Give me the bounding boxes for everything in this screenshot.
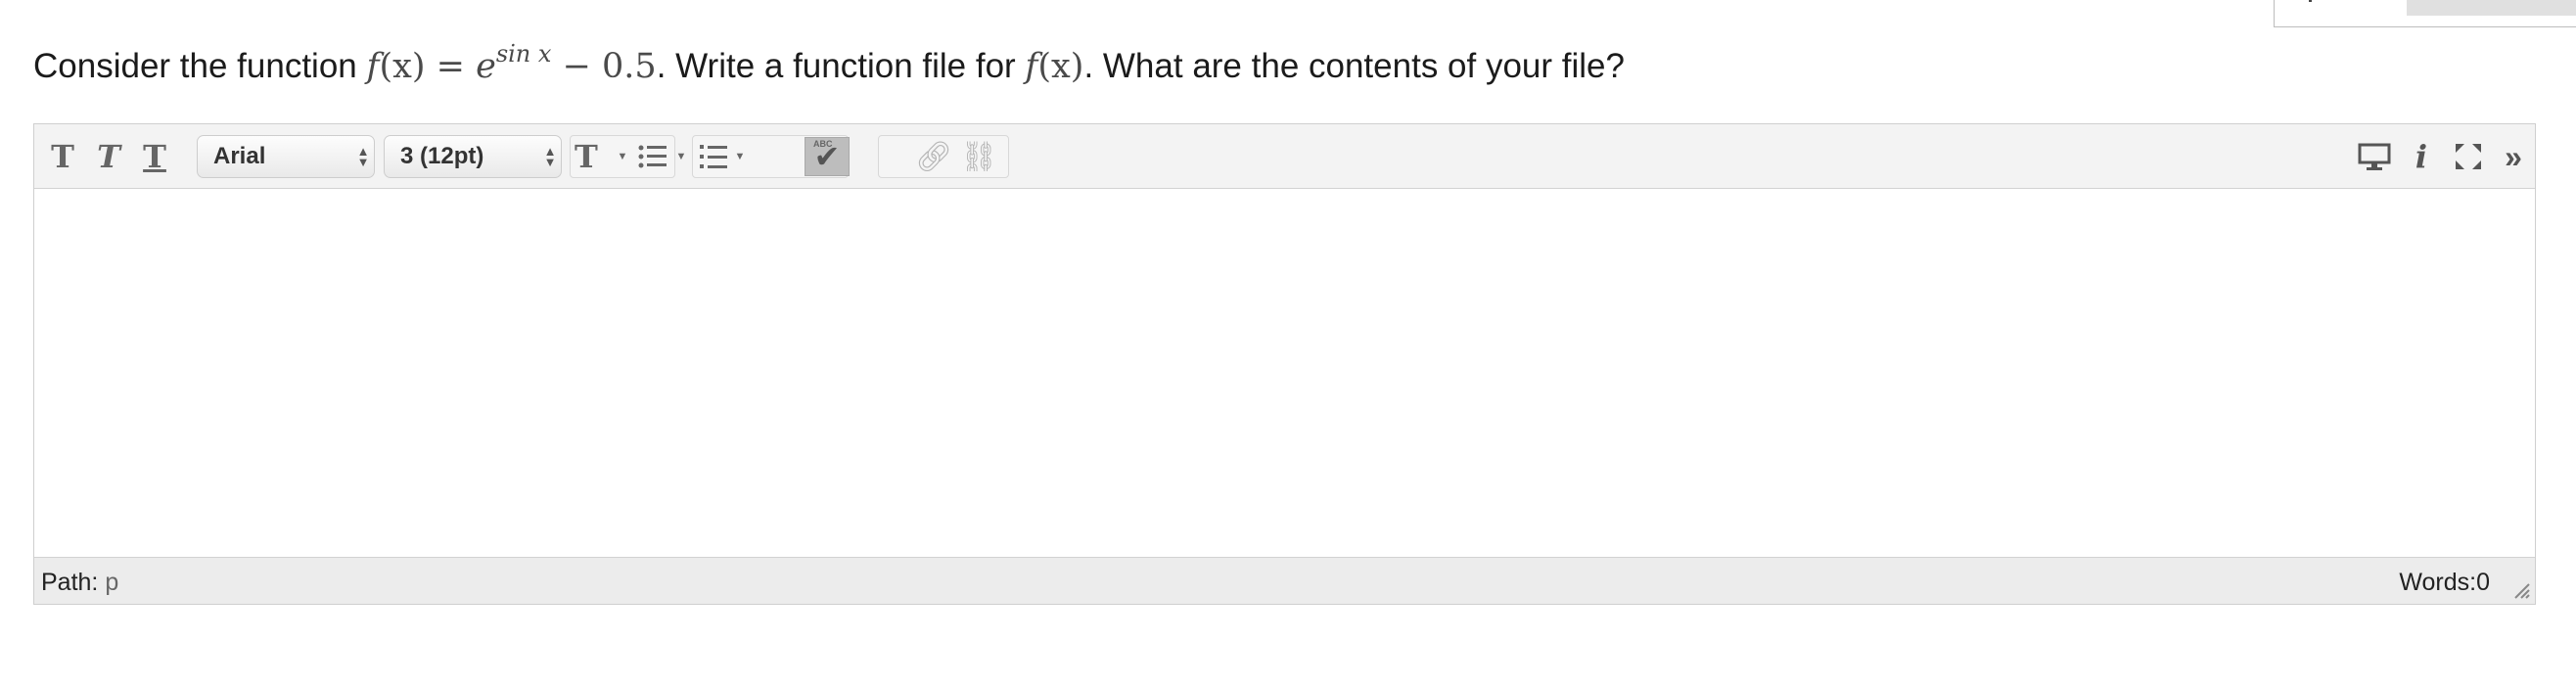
spellcheck-button[interactable]: ABC ✔ [805,137,850,176]
question-prefix: Consider the function [33,47,367,85]
double-chevron-down-icon: » [2505,138,2522,174]
chevron-down-icon[interactable]: ▼ [616,134,629,179]
bullet-list-button[interactable] [633,134,672,179]
collapse-toolbar-button[interactable]: » [2493,134,2534,179]
chevron-down-icon[interactable]: ▼ [674,134,688,179]
text-color-button[interactable]: T [573,134,618,179]
italic-button[interactable]: T [88,134,129,179]
info-button[interactable]: i [2401,134,2442,179]
select-arrows-icon: ▲ ▼ [356,144,370,169]
numbered-list-icon [700,145,727,168]
path-label: Path: [41,569,99,596]
font-size-select[interactable]: 3 (12pt) ▲ ▼ [384,135,562,178]
font-size-value: 3 (12pt) [400,143,484,169]
remove-link-button[interactable]: ⛓︎ [957,134,1000,179]
unlink-icon: ⛓︎ [959,140,998,173]
fullscreen-icon [2456,144,2481,169]
editor-toolbar: T T T Arial ▲ ▼ 3 (12pt) ▲ ▼ T ▼ ▼ ▼ ABC ✔… [34,124,2535,189]
chevron-down-icon[interactable]: ▼ [733,134,747,179]
preview-button[interactable] [2354,134,2395,179]
text-color-icon: T [575,138,598,175]
widget-bar [2407,0,2576,16]
path-value[interactable]: p [105,569,118,596]
rich-text-editor: T T T Arial ▲ ▼ 3 (12pt) ▲ ▼ T ▼ ▼ ▼ ABC ✔… [33,123,2536,605]
question-suffix: . What are the contents of your file? [1083,47,1625,85]
font-family-select[interactable]: Arial ▲ ▼ [197,135,375,178]
math-f-ref: f(x) [1025,47,1084,86]
path-indicator: Path: p [41,569,118,597]
word-count: Words:0 [2399,569,2490,597]
numbered-list-button[interactable] [694,134,733,179]
bold-button[interactable]: T [42,134,83,179]
editor-content-area[interactable] [34,189,2535,557]
resize-grip-icon[interactable] [2511,580,2531,600]
fullscreen-button[interactable] [2448,134,2489,179]
question-middle: . Write a function file for [656,47,1026,85]
font-family-value: Arial [213,143,266,169]
math-f: f(x) = esin x − 0.5 [366,40,657,86]
math-exponent: sin x [495,40,552,68]
words-label: Words: [2399,569,2477,596]
bullet-list-icon [638,145,667,168]
underline-button[interactable]: T [134,134,175,179]
info-icon: i [2415,138,2428,175]
monitor-icon [2358,143,2391,170]
widget-tick [2309,0,2312,2]
question-text: Consider the function f(x) = esin x − 0.… [33,29,1625,91]
words-count-value: 0 [2476,569,2490,596]
select-arrows-icon: ▲ ▼ [543,144,557,169]
link-icon: 🔗︎ [914,140,953,173]
top-right-widget [2274,0,2576,27]
spell-abc-label: ABC [813,139,833,149]
editor-statusbar: Path: p Words:0 [34,557,2535,604]
insert-link-button[interactable]: 🔗︎ [912,134,955,179]
